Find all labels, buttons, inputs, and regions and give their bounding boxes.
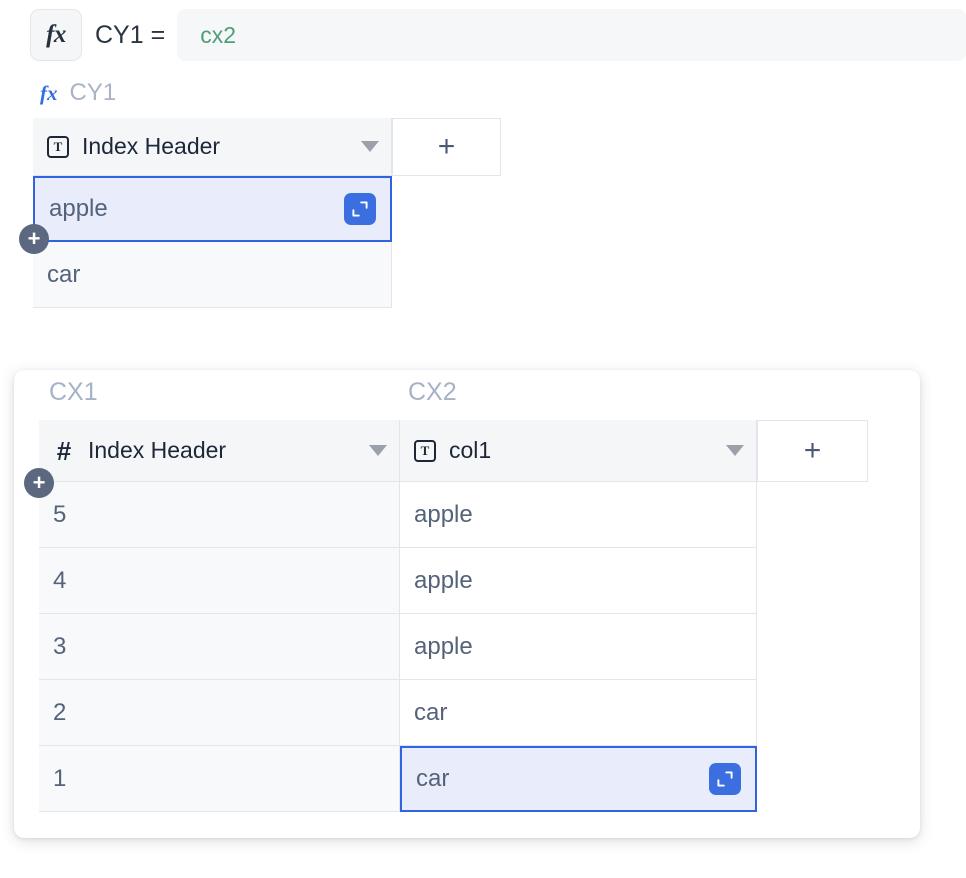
- chevron-down-icon[interactable]: [726, 445, 744, 456]
- add-column-button[interactable]: +: [392, 118, 501, 176]
- table-row[interactable]: 3 apple: [39, 614, 868, 680]
- table-cx-header-row: # Index Header T col1 +: [39, 420, 868, 482]
- column-header-label: col1: [449, 437, 492, 463]
- cell-value: apple: [414, 632, 473, 660]
- formula-value-text: cx2: [200, 21, 236, 48]
- table-cy1-body: + apple car: [19, 176, 392, 308]
- column-reference-cx1: CX1: [49, 378, 98, 406]
- cell-value: car: [47, 260, 81, 288]
- sub-reference: fx CY1: [40, 78, 116, 108]
- table-cy1-header-row: T Index Header +: [33, 118, 501, 176]
- column-header-col1[interactable]: T col1: [400, 420, 757, 482]
- formula-reference-label: CY1 =: [95, 20, 166, 49]
- column-header-label: Index Header: [88, 437, 227, 463]
- table-row[interactable]: 5 apple: [39, 482, 868, 548]
- cell-value: car: [414, 698, 448, 726]
- column-reference-row: CX1 CX2: [14, 378, 920, 414]
- cell-value: apple: [414, 566, 473, 594]
- plus-icon: +: [27, 226, 41, 251]
- expand-icon[interactable]: [709, 763, 741, 795]
- cell-value: car: [416, 765, 450, 792]
- add-row-button[interactable]: +: [24, 468, 54, 498]
- cell-index[interactable]: 4: [39, 548, 400, 614]
- table-row[interactable]: 4 apple: [39, 548, 868, 614]
- text-type-icon: T: [414, 439, 436, 462]
- plus-icon: +: [803, 434, 822, 467]
- plus-icon: +: [32, 470, 46, 495]
- add-column-button[interactable]: +: [757, 420, 868, 482]
- column-header-label: Index Header: [82, 133, 221, 159]
- cell-value: 2: [53, 698, 67, 726]
- chevron-down-icon[interactable]: [369, 445, 387, 456]
- table-row[interactable]: apple: [33, 176, 392, 242]
- column-reference-cx2: CX2: [408, 378, 457, 406]
- cell-index[interactable]: 2: [39, 680, 400, 746]
- table-row[interactable]: 1 car: [39, 746, 868, 812]
- fx-icon: fx: [46, 21, 66, 48]
- formula-bar: fx CY1 = cx2: [0, 0, 966, 70]
- text-type-icon: T: [47, 135, 69, 158]
- cell-index[interactable]: 1: [39, 746, 400, 812]
- cell-col1[interactable]: apple: [400, 614, 757, 680]
- table-cx: # Index Header T col1 + + 5 apple 4 appl…: [24, 420, 868, 812]
- cell-col1[interactable]: apple: [400, 548, 757, 614]
- formula-input[interactable]: cx2: [177, 9, 966, 61]
- add-row-button[interactable]: +: [19, 224, 49, 254]
- cell-value: 3: [53, 632, 67, 660]
- table-row[interactable]: 2 car: [39, 680, 868, 746]
- table-cy1: T Index Header + + apple car: [19, 118, 501, 308]
- table-cx-card: CX1 CX2 # Index Header T col1 + + 5 appl…: [14, 370, 920, 838]
- table-row[interactable]: car: [33, 242, 392, 308]
- fx-icon-small: fx: [40, 80, 58, 105]
- sub-reference-label: CY1: [69, 79, 117, 106]
- plus-icon: +: [437, 130, 456, 163]
- fx-button[interactable]: fx: [30, 9, 82, 61]
- column-header-index-header[interactable]: # Index Header: [39, 420, 400, 482]
- cell-value: apple: [49, 195, 108, 222]
- chevron-down-icon[interactable]: [361, 141, 379, 152]
- cell-index[interactable]: 3: [39, 614, 400, 680]
- number-type-icon: #: [56, 435, 72, 466]
- cell-value: 1: [53, 764, 67, 792]
- expand-icon[interactable]: [344, 193, 376, 225]
- column-header-index-header[interactable]: T Index Header: [33, 118, 392, 176]
- cell-index[interactable]: 5: [39, 482, 400, 548]
- cell-value: apple: [414, 500, 473, 528]
- cell-value: 5: [53, 500, 67, 528]
- cell-col1[interactable]: car: [400, 680, 757, 746]
- cell-col1[interactable]: car: [400, 746, 757, 812]
- cell-col1[interactable]: apple: [400, 482, 757, 548]
- cell-value: 4: [53, 566, 67, 594]
